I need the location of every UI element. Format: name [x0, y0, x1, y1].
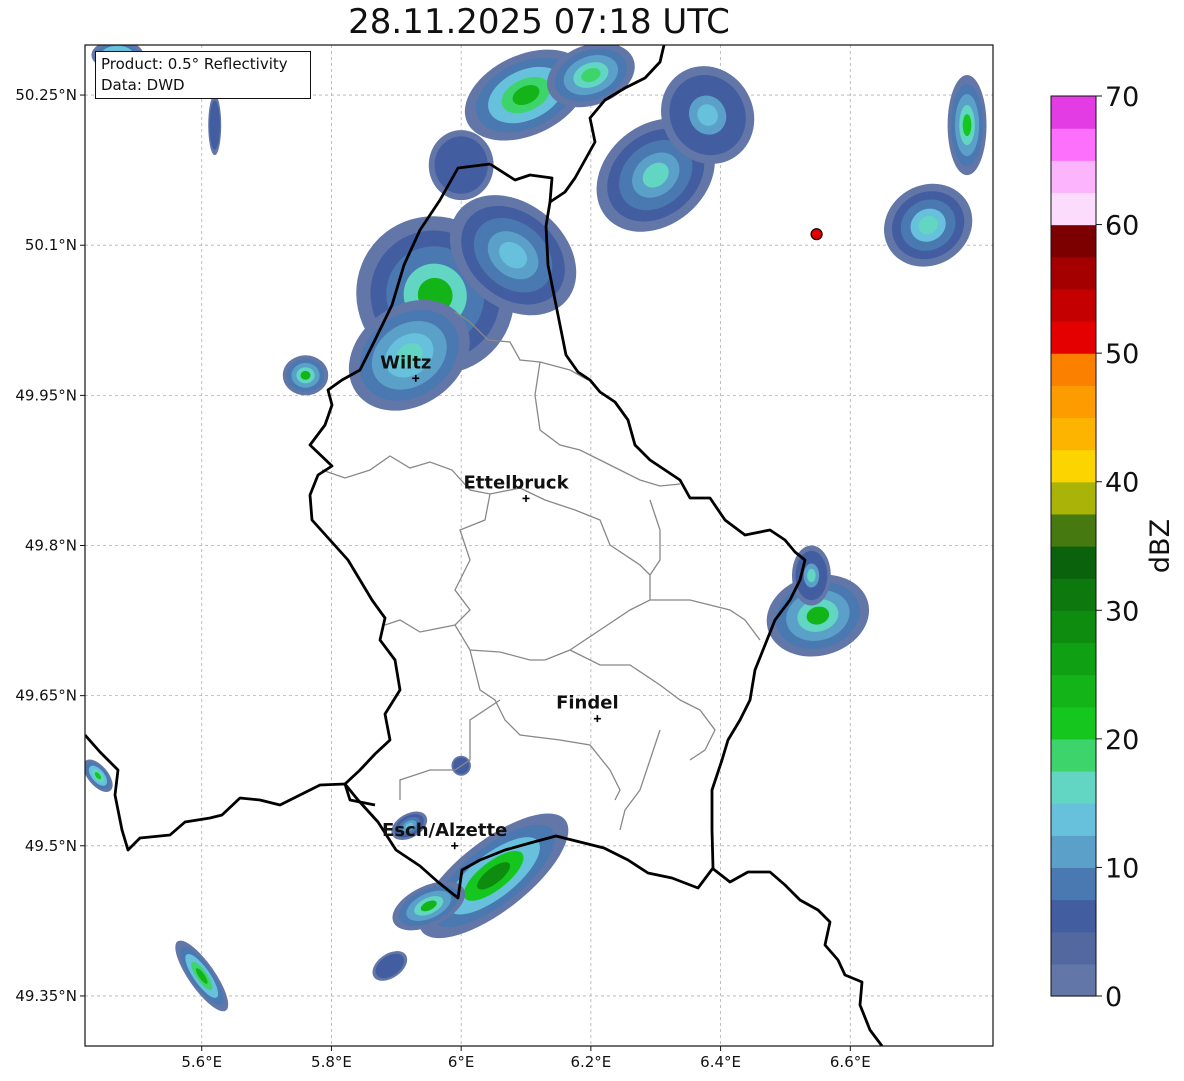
echo-cell	[947, 75, 987, 176]
city-label: Esch/Alzette	[382, 820, 507, 841]
lon-tick-label: 6°E	[448, 1053, 475, 1071]
echo-cell	[208, 95, 222, 156]
colorbar-segment	[1051, 481, 1096, 515]
lat-tick-label: 49.35°N	[15, 987, 77, 1005]
colorbar-segment	[1051, 160, 1096, 194]
colorbar-segment	[1051, 578, 1096, 611]
colorbar-tick-label: 40	[1105, 468, 1139, 499]
colorbar-segment	[1051, 738, 1096, 772]
colorbar-label: dBZ	[1145, 519, 1176, 573]
echo-band	[807, 568, 816, 583]
colorbar-tick-label: 70	[1105, 82, 1139, 113]
radar-site-marker	[810, 228, 823, 241]
colorbar-segment	[1051, 321, 1096, 354]
info-box: Product: 0.5° Reflectivity Data: DWD	[95, 51, 311, 99]
lat-tick-label: 50.25°N	[15, 86, 77, 104]
colorbar-tick-label: 0	[1105, 982, 1122, 1013]
colorbar-segment	[1051, 224, 1096, 258]
echo-cell	[282, 355, 329, 396]
city-label: Findel	[556, 693, 619, 714]
colorbar-segment	[1051, 513, 1096, 547]
city-label: Ettelbruck	[463, 472, 569, 493]
colorbar-segment	[1051, 610, 1096, 644]
echo-band	[213, 118, 217, 132]
lat-tick-label: 49.95°N	[15, 386, 77, 404]
colorbar-tick-label: 30	[1105, 596, 1139, 627]
lon-tick-label: 6.6°E	[830, 1053, 871, 1071]
colorbar-tick-label: 50	[1105, 339, 1139, 370]
radar-map-figure: Wiltz Ettelbruck Findel Esch/Alzette 5.6°E 5…	[15, 44, 1176, 1071]
lon-tick-label: 6.2°E	[570, 1053, 611, 1071]
echo-band	[962, 114, 972, 137]
colorbar-segment	[1051, 899, 1096, 933]
colorbar-segment	[1051, 867, 1096, 901]
colorbar-segment	[1051, 706, 1096, 740]
lat-tick-label: 50.1°N	[25, 236, 77, 254]
colorbar: 0 10 20 30 40 50 60 70 dBZ	[1050, 82, 1176, 1013]
colorbar-segment	[1051, 803, 1096, 836]
colorbar-segment	[1051, 931, 1096, 965]
colorbar-segment	[1051, 128, 1096, 161]
lat-tick-label: 49.8°N	[25, 537, 77, 555]
colorbar-tick-label: 20	[1105, 725, 1139, 756]
colorbar-tick-label: 60	[1105, 211, 1139, 242]
colorbar-segment	[1051, 963, 1096, 997]
colorbar-segment	[1051, 192, 1096, 226]
lon-tick-label: 5.6°E	[181, 1053, 222, 1071]
echo-band	[300, 370, 311, 380]
colorbar-segment	[1051, 385, 1096, 419]
colorbar-segment	[1051, 546, 1096, 579]
product-label: Product: 0.5° Reflectivity	[101, 55, 288, 73]
colorbar-segment	[1051, 449, 1096, 483]
lat-tick-label: 49.5°N	[25, 837, 77, 855]
colorbar-segment	[1051, 674, 1096, 708]
data-source-label: Data: DWD	[101, 76, 185, 94]
city-label: Wiltz	[380, 352, 431, 373]
colorbar-segment	[1051, 288, 1096, 322]
colorbar-segment	[1051, 256, 1096, 290]
colorbar-tick-label: 10	[1105, 853, 1139, 884]
colorbar-segment	[1051, 417, 1096, 451]
lon-tick-label: 6.4°E	[700, 1053, 741, 1071]
colorbar-segment	[1051, 96, 1096, 129]
colorbar-segment	[1051, 835, 1096, 869]
colorbar-segment	[1051, 642, 1096, 676]
lat-tick-label: 49.65°N	[15, 687, 77, 705]
colorbar-segment	[1051, 771, 1096, 804]
map-background	[85, 45, 993, 1046]
colorbar-segment	[1051, 353, 1096, 386]
lon-tick-label: 5.8°E	[311, 1053, 352, 1071]
